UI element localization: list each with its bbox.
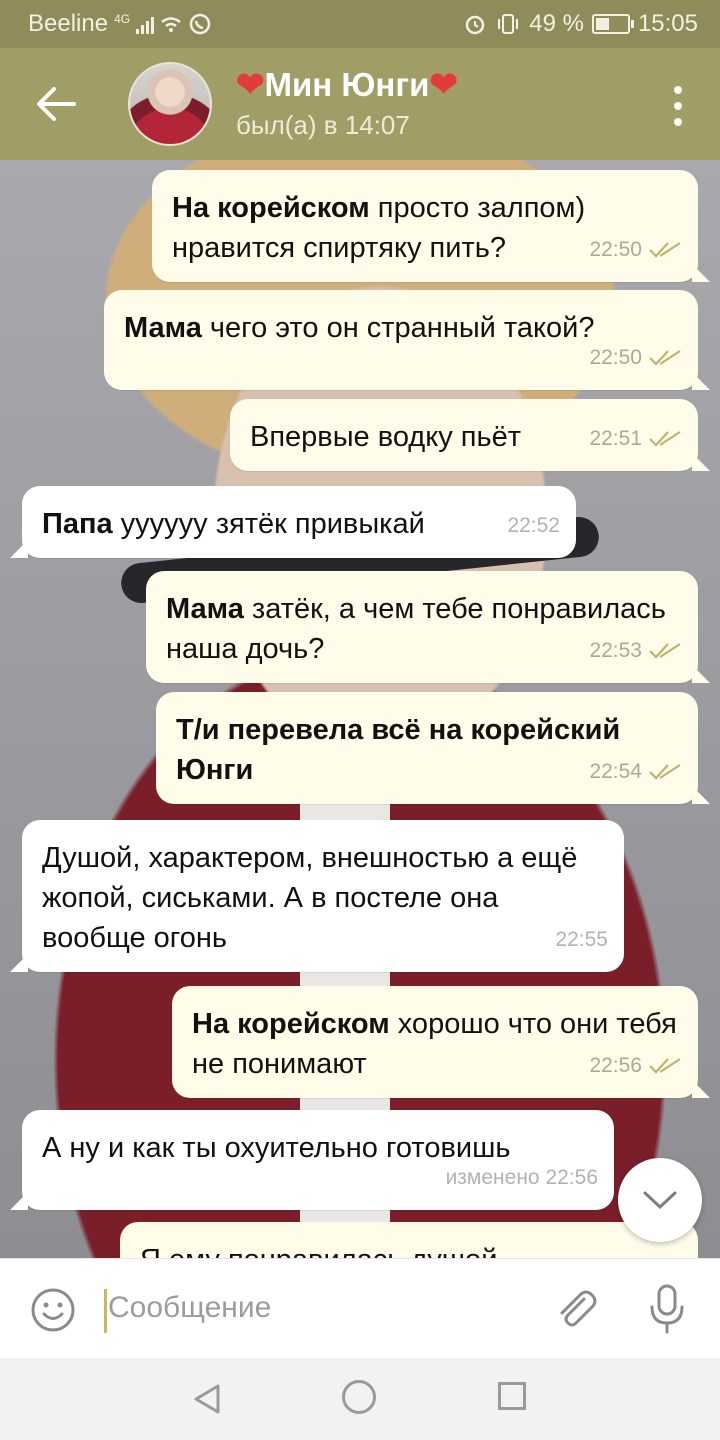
message-bubble[interactable]: Я ему понравилась душой <box>120 1222 698 1258</box>
message-bubble[interactable]: А ну и как ты охуительно готовишь измене… <box>10 1110 614 1210</box>
message-bubble[interactable]: Мама чего это он странный такой? 22:50 <box>104 290 710 390</box>
message-bubble[interactable]: Мама затёк, а чем тебе понравилась наша … <box>146 571 710 683</box>
message-time: 22:55 <box>555 928 608 951</box>
signal-icon <box>136 14 155 34</box>
scroll-to-bottom-button[interactable] <box>618 1158 702 1242</box>
message-time: 22:54 <box>589 760 642 783</box>
emoji-icon[interactable] <box>30 1287 76 1333</box>
chevron-down-icon <box>643 1191 677 1210</box>
vibrate-icon <box>498 14 519 34</box>
double-check-icon <box>649 431 681 447</box>
message-bubble[interactable]: Душой, характером, внешностью а ещё жопо… <box>10 820 624 972</box>
heart-icon: ❤ <box>429 66 458 104</box>
heart-icon: ❤ <box>236 66 265 104</box>
message-time: 22:50 <box>589 346 642 369</box>
nav-back-icon[interactable] <box>190 1382 224 1416</box>
message-time: 22:50 <box>589 238 642 261</box>
contact-name-text: Мин Юнги <box>264 66 430 103</box>
back-arrow-icon[interactable] <box>34 84 78 124</box>
nav-recents-icon[interactable] <box>498 1382 526 1410</box>
contact-name[interactable]: ❤ Мин Юнги ❤ <box>236 66 458 104</box>
microphone-icon[interactable] <box>646 1283 688 1335</box>
whatsapp-icon <box>189 13 211 35</box>
message-bubble[interactable]: Папа уууууу зятёк привыкай 22:52 <box>10 486 576 558</box>
clock: 15:05 <box>637 10 698 37</box>
message-input-bar: Сообщение <box>0 1258 720 1359</box>
chat-area[interactable]: На корейском просто залпом) нравится спи… <box>0 160 720 1258</box>
last-seen-status: был(а) в 14:07 <box>236 110 410 140</box>
message-input[interactable]: Сообщение <box>108 1291 271 1325</box>
chat-header: ❤ Мин Юнги ❤ был(а) в 14:07 <box>0 48 720 160</box>
double-check-icon <box>649 764 681 780</box>
text-cursor <box>104 1289 107 1333</box>
message-time: 22:53 <box>589 639 642 662</box>
double-check-icon <box>649 242 681 258</box>
attach-icon[interactable] <box>552 1285 598 1331</box>
message-time: 22:51 <box>589 427 642 450</box>
message-bubble[interactable]: Впервые водку пьёт 22:51 <box>230 399 710 471</box>
double-check-icon <box>649 1058 681 1074</box>
alarm-icon <box>465 15 485 35</box>
message-time: изменено 22:56 <box>445 1166 598 1189</box>
battery-percent: 49 % <box>529 10 584 37</box>
message-bubble[interactable]: На корейском просто залпом) нравится спи… <box>152 170 710 282</box>
wifi-icon <box>161 17 181 32</box>
more-menu-icon[interactable] <box>672 86 684 126</box>
message-bubble[interactable]: На корейском хорошо что они тебя не пони… <box>172 986 710 1098</box>
navigation-bar <box>0 1358 720 1440</box>
carrier-label: Beeline <box>28 10 109 37</box>
double-check-icon <box>649 643 681 659</box>
message-bubble[interactable]: Т/и перевела всё на корейский Юнги 22:54 <box>156 692 710 804</box>
avatar[interactable] <box>128 62 212 146</box>
message-time: 22:56 <box>589 1054 642 1077</box>
battery-icon <box>591 14 634 34</box>
double-check-icon <box>649 350 681 366</box>
message-time: 22:52 <box>507 514 560 537</box>
network-type: 4G <box>114 12 131 26</box>
status-bar: Beeline 4G 49 % 15:05 <box>0 0 720 48</box>
nav-home-icon[interactable] <box>342 1380 376 1414</box>
